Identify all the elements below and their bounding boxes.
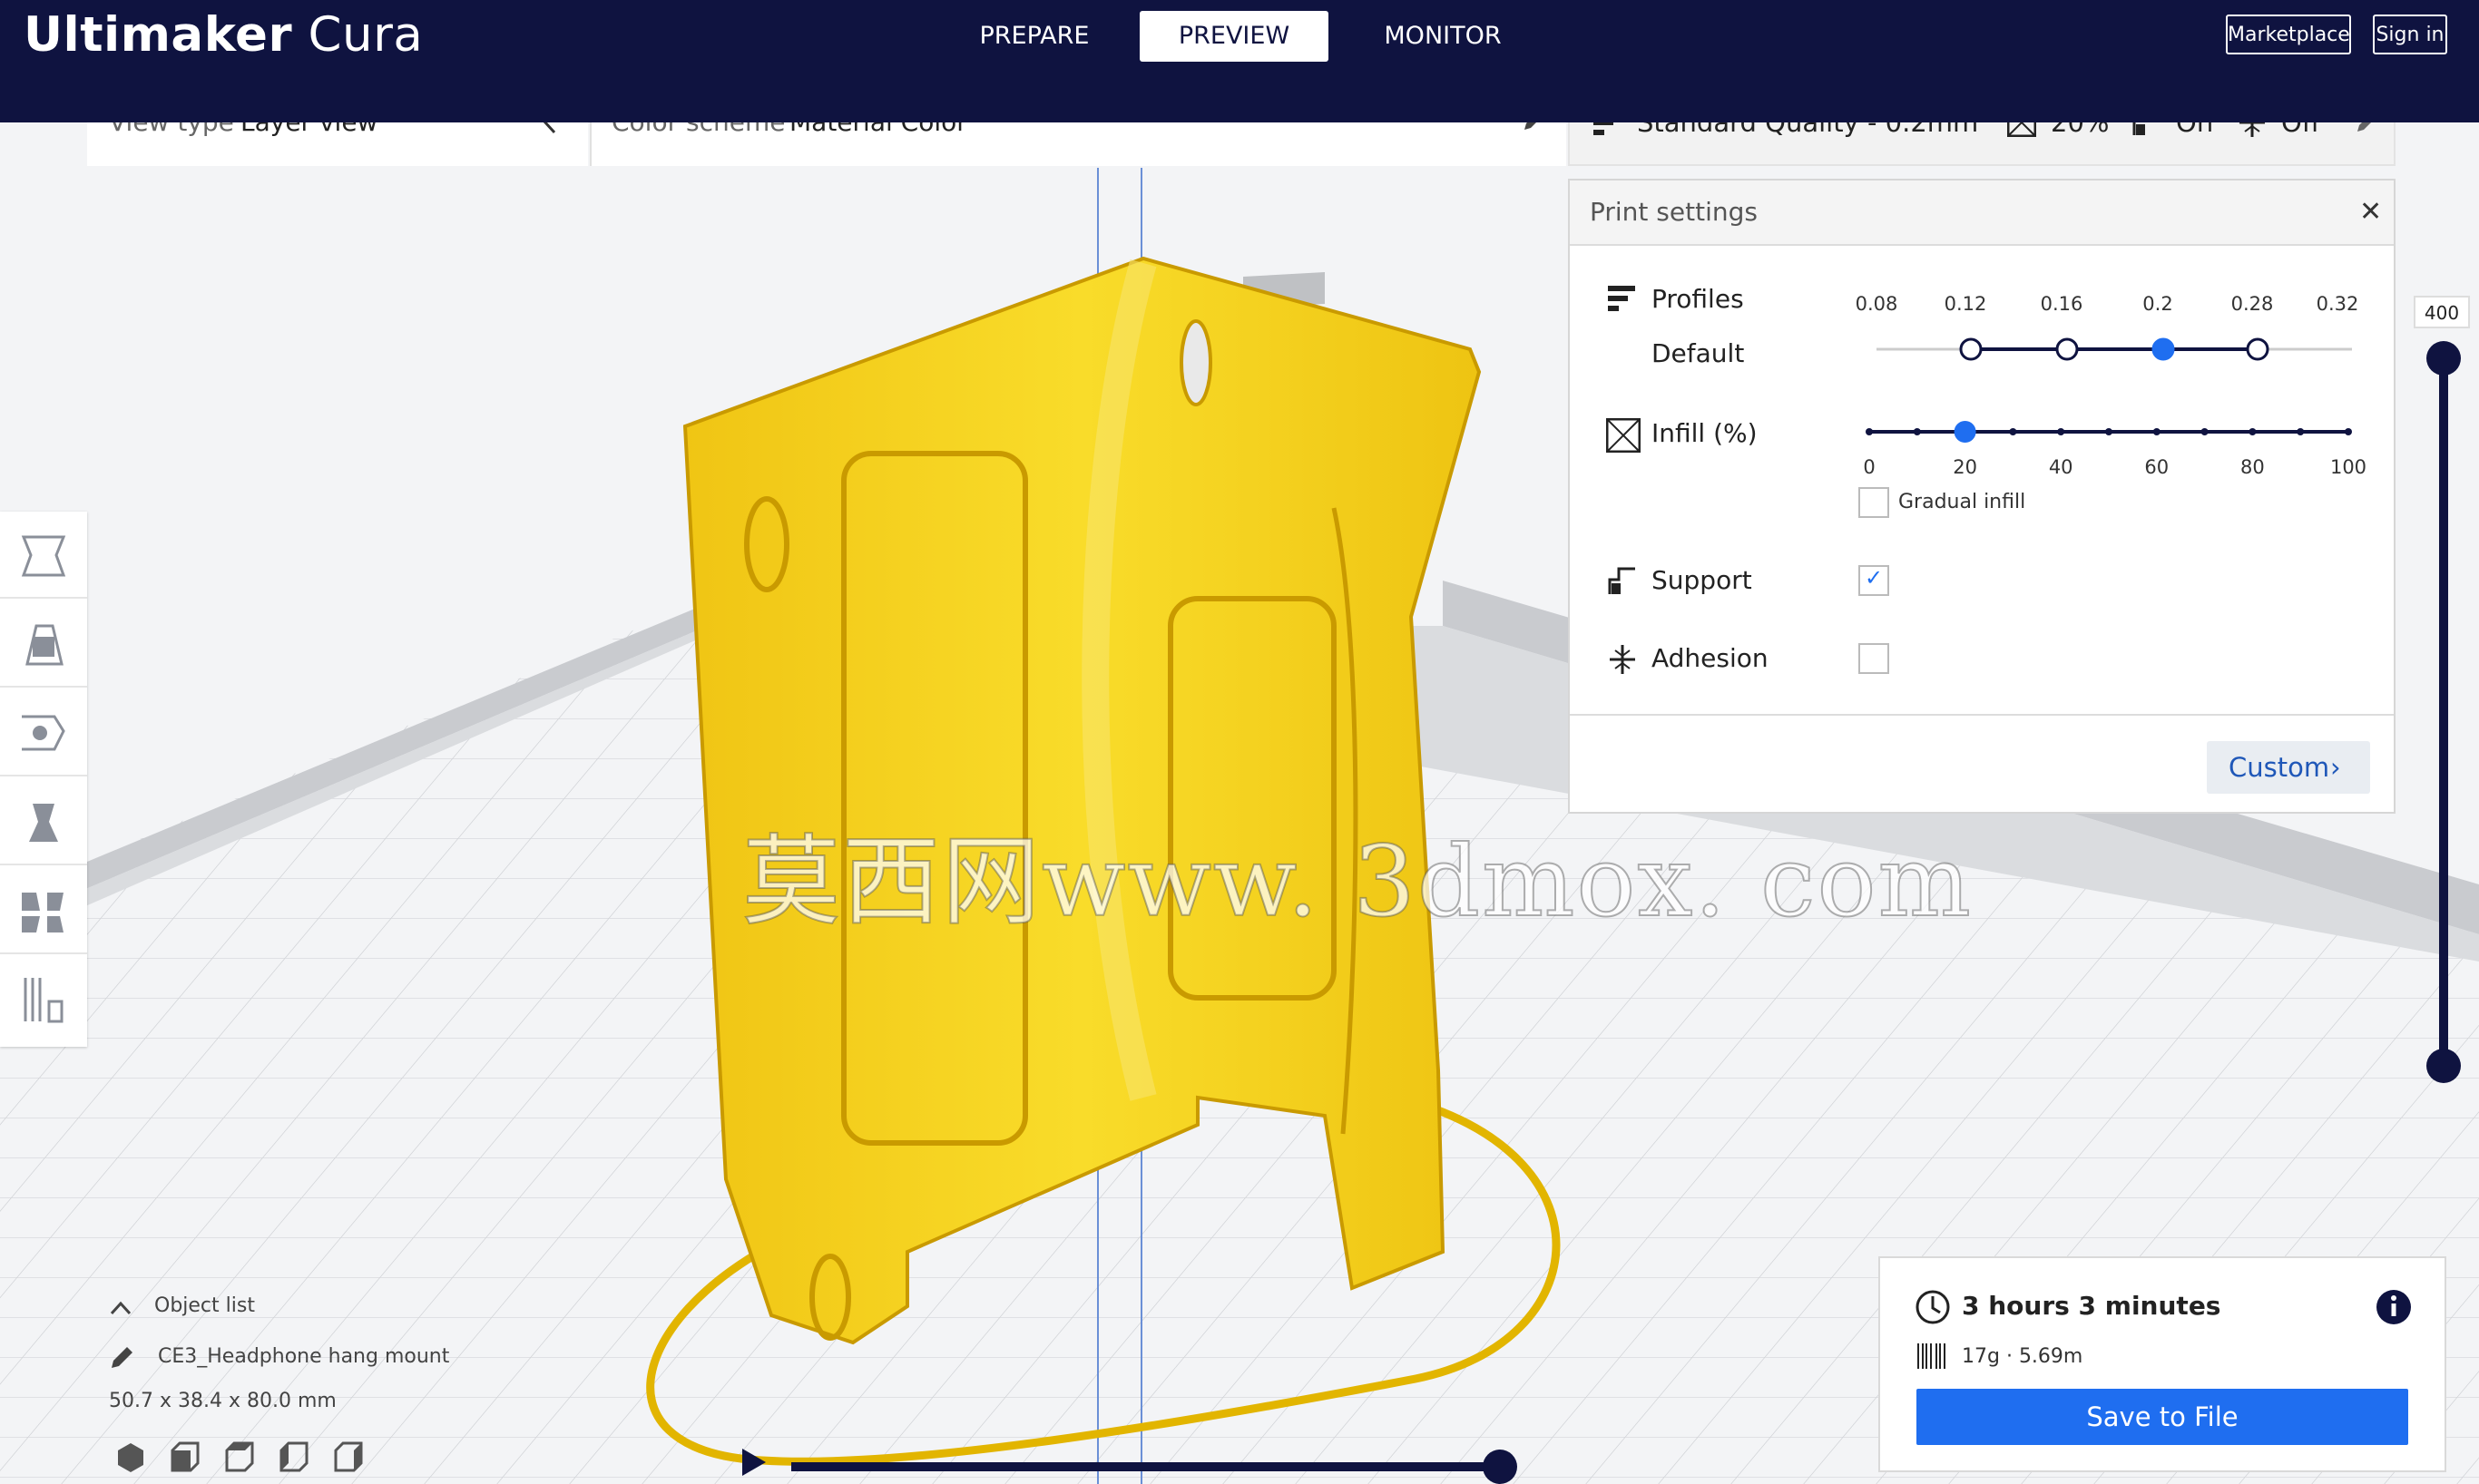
print-settings-summary[interactable]: Standard Quality - 0.2mm 20% On Off [1568, 122, 2396, 166]
print-time: 3 hours 3 minutes [1962, 1291, 2221, 1321]
rotate-tool[interactable] [0, 689, 87, 776]
object-name[interactable]: CE3_Headphone hang mount [158, 1345, 449, 1368]
adhesion-icon [2238, 122, 2267, 141]
support-icon [2132, 122, 2161, 141]
play-icon[interactable] [739, 1447, 769, 1481]
custom-button-label: Custom [2229, 752, 2330, 783]
brand-name-bold: Ultimaker [24, 7, 293, 63]
infill-step-dot[interactable] [1913, 428, 1921, 435]
stage-tab-prepare[interactable]: PREPARE [962, 11, 1107, 62]
edit-settings-icon[interactable] [2354, 122, 2377, 139]
view-top-icon [225, 1441, 254, 1472]
object-dimensions: 50.7 x 38.4 x 80.0 mm [109, 1390, 337, 1412]
mirror-tool[interactable] [0, 778, 87, 865]
watermark-text: 莫西网www. 3dmox. com [741, 825, 1973, 940]
stage-tab-preview[interactable]: PREVIEW [1140, 11, 1328, 62]
infill-step-dot[interactable] [2297, 428, 2305, 435]
scale-tool[interactable] [0, 600, 87, 688]
profile-icon [1593, 122, 1622, 141]
move-icon [21, 535, 66, 577]
summary-infill: 20% [2051, 122, 2110, 138]
print-settings-footer: Custom › [1570, 714, 2394, 814]
view-type-value: Layer view [240, 122, 377, 166]
infill-tick-label: 80 [2240, 456, 2265, 478]
infill-step-dot[interactable] [2345, 428, 2352, 435]
app-header: Ultimaker Cura PREPARE PREVIEW MONITOR M… [0, 0, 2479, 122]
scale-icon [25, 624, 64, 666]
view-left-icon [279, 1441, 309, 1472]
adhesion-icon [1608, 645, 1637, 678]
stage-tab-monitor[interactable]: MONITOR [1361, 11, 1524, 62]
view-type-selector[interactable]: View type Layer view [87, 122, 588, 166]
current-layer-field[interactable]: 400 [2414, 296, 2470, 328]
left-toolbar [0, 512, 87, 1047]
gradual-infill-label: Gradual infill [1898, 491, 2026, 513]
infill-tick-label: 60 [2144, 456, 2170, 478]
support-checkbox[interactable]: ✓ [1858, 565, 1889, 596]
infill-tick-label: 20 [1953, 456, 1977, 478]
barcode-icon [1916, 1342, 1947, 1374]
camera-view-buttons [113, 1440, 376, 1479]
view-3d-icon [118, 1443, 143, 1472]
summary-adhesion: Off [2281, 122, 2320, 138]
infill-tick-label: 40 [2048, 456, 2073, 478]
infill-step-dot[interactable] [2249, 428, 2257, 435]
pencil-icon[interactable] [1521, 122, 1544, 137]
adhesion-checkbox[interactable] [1858, 643, 1889, 674]
support-label: Support [1651, 565, 1752, 595]
infill-step-dot[interactable] [2105, 428, 2112, 435]
object-list-toggle[interactable]: Object list [154, 1294, 255, 1317]
layer-slider-top-handle[interactable] [2426, 341, 2461, 376]
material-usage: 17g · 5.69m [1962, 1345, 2083, 1368]
summary-profile: Standard Quality - 0.2mm [1637, 122, 1979, 138]
build-plate-viewport[interactable]: 莫西网www. 3dmox. com View type Layer view … [0, 122, 2479, 1484]
sign-in-button[interactable]: Sign in [2373, 15, 2447, 54]
infill-step-dot[interactable] [2152, 428, 2161, 435]
layer-path-slider[interactable] [791, 1462, 1499, 1471]
print-estimate-panel: 3 hours 3 minutes 17g · 5.69m Save to Fi… [1878, 1256, 2446, 1472]
color-scheme-label: Color scheme [612, 122, 785, 166]
clock-icon [1915, 1289, 1951, 1329]
support-icon [1608, 567, 1637, 600]
infill-step-dot[interactable] [2057, 428, 2065, 435]
view-type-label: View type [109, 122, 234, 166]
rotate-icon [22, 715, 65, 751]
checkmark-icon: ✓ [1865, 565, 1884, 591]
pencil-icon[interactable] [109, 1343, 136, 1374]
view-right-icon [334, 1441, 363, 1472]
info-icon[interactable] [2376, 1289, 2412, 1329]
support-blocker-tool[interactable] [0, 956, 87, 1043]
layer-slider-bottom-handle[interactable] [2426, 1049, 2461, 1083]
per-model-settings-tool[interactable] [0, 867, 87, 954]
view-front-icon [171, 1441, 200, 1472]
infill-icon [2006, 122, 2037, 141]
custom-button[interactable]: Custom › [2207, 741, 2370, 794]
layer-slider-track[interactable] [2439, 357, 2448, 1067]
gradual-infill-checkbox[interactable] [1858, 487, 1889, 518]
marketplace-button[interactable]: Marketplace [2226, 15, 2351, 54]
save-to-file-button[interactable]: Save to File [1916, 1389, 2408, 1445]
color-scheme-selector[interactable]: Color scheme Material Color [590, 122, 1566, 166]
app-logo: Ultimaker Cura [24, 4, 423, 67]
infill-step-dot[interactable] [2200, 428, 2209, 435]
infill-tick-label: 0 [1863, 456, 1876, 478]
chevron-up-icon[interactable] [109, 1300, 132, 1320]
move-tool[interactable] [0, 512, 87, 599]
color-scheme-value: Material Color [789, 122, 967, 166]
chevron-right-icon: › [2330, 752, 2341, 783]
infill-step-dot[interactable] [1866, 428, 1873, 435]
adhesion-label: Adhesion [1651, 643, 1769, 673]
brand-name-light: Cura [308, 7, 424, 63]
per-model-settings-icon [22, 893, 64, 932]
print-settings-panel: Print settings ✕ Profiles Default 0.08 0.… [1568, 179, 2396, 814]
mirror-icon [29, 804, 58, 842]
infill-tick-label: 100 [2329, 456, 2367, 478]
summary-support: On [2176, 122, 2214, 138]
infill-slider-handle[interactable] [1954, 421, 1976, 443]
chevron-left-icon [541, 122, 559, 139]
support-blocker-icon [24, 978, 64, 1023]
layer-path-handle[interactable] [1483, 1450, 1517, 1484]
infill-step-dot[interactable] [2009, 428, 2017, 435]
